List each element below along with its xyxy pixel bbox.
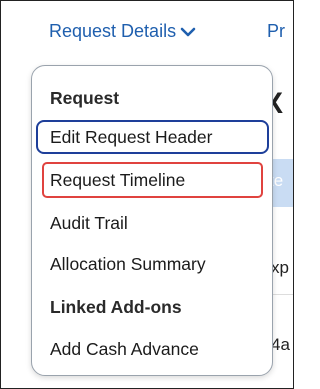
menu-item-audit-trail[interactable]: Audit Trail <box>50 212 128 234</box>
menu-heading-request: Request <box>50 88 120 108</box>
background-row-text: 4a <box>271 335 290 354</box>
menu-item-add-cash-advance[interactable]: Add Cash Advance <box>50 338 199 360</box>
next-menu-button-partial[interactable]: Pr <box>267 21 285 42</box>
request-details-dropdown-menu: Request Edit Request Header Request Time… <box>31 65 273 376</box>
chevron-down-icon <box>180 27 196 36</box>
menu-item-request-timeline[interactable]: Request Timeline <box>50 169 185 191</box>
request-details-menu-button[interactable]: Request Details <box>49 21 196 42</box>
menu-item-allocation-summary[interactable]: Allocation Summary <box>50 253 206 275</box>
request-details-label: Request Details <box>49 21 177 41</box>
screenshot-frame: Request Details Pr X te xp 4a Request Ed… <box>0 0 294 389</box>
menu-heading-linked-add-ons: Linked Add-ons <box>50 297 182 317</box>
background-row-text: xp <box>271 258 289 277</box>
menu-item-edit-request-header[interactable]: Edit Request Header <box>50 126 212 148</box>
